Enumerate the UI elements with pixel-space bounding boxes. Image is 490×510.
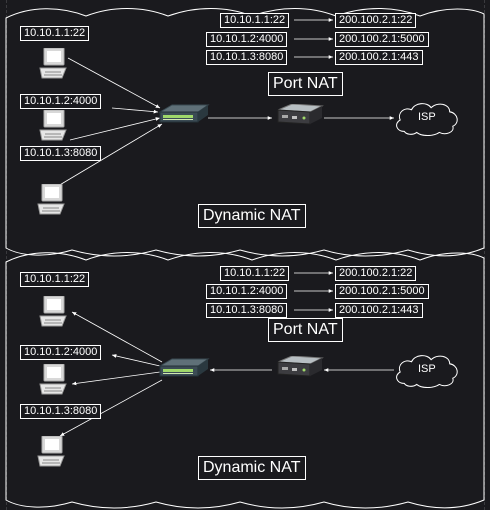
nat-target-label: 200.100.2.1:22	[335, 13, 417, 28]
dynamic-nat-title: Dynamic NAT	[198, 456, 306, 480]
port-nat-title: Port NAT	[268, 318, 343, 342]
switch-icon	[159, 104, 209, 123]
nat-source-label: 10.10.1.3:8080	[206, 50, 288, 65]
computer-icon	[39, 296, 67, 327]
host-label: 10.10.1.2:4000	[20, 94, 102, 109]
host-label: 10.10.1.3:8080	[20, 404, 102, 419]
host-label: 10.10.1.1:22	[20, 26, 90, 41]
computer-icon	[37, 184, 65, 215]
nat-source-label: 10.10.1.1:22	[220, 266, 290, 281]
nat-target-label: 200.100.2.1:5000	[335, 32, 429, 47]
dynamic-nat-title: Dynamic NAT	[198, 204, 306, 228]
nat-target-label: 200.100.2.1:22	[335, 266, 417, 281]
computer-icon	[37, 436, 65, 467]
nat-source-label: 10.10.1.2:4000	[206, 32, 288, 47]
nat-source-label: 10.10.1.1:22	[220, 13, 290, 28]
nat-target-label: 200.100.2.1:443	[335, 50, 423, 65]
host-label: 10.10.1.2:4000	[20, 345, 102, 360]
router-icon	[277, 356, 323, 377]
computer-icon	[39, 110, 67, 141]
switch-icon	[159, 358, 209, 377]
nat-target-label: 200.100.2.1:443	[335, 303, 423, 318]
nat-source-label: 10.10.1.3:8080	[206, 303, 288, 318]
host-label: 10.10.1.1:22	[20, 272, 90, 287]
isp-label: ISP	[418, 363, 436, 375]
network-diagram-canvas	[5, 8, 485, 509]
isp-label: ISP	[418, 111, 436, 123]
computer-icon	[39, 364, 67, 395]
port-nat-title: Port NAT	[268, 72, 343, 96]
nat-target-label: 200.100.2.1:5000	[335, 284, 429, 299]
computer-icon	[39, 48, 67, 79]
nat-source-label: 10.10.1.2:4000	[206, 284, 288, 299]
host-label: 10.10.1.3:8080	[20, 146, 102, 161]
router-icon	[277, 104, 323, 125]
